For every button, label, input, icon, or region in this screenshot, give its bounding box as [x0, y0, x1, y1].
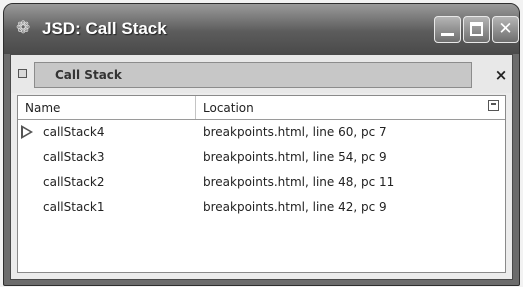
frame-name: callStack1: [43, 200, 105, 214]
frame-location: breakpoints.html, line 42, pc 9: [203, 200, 387, 214]
column-header-location[interactable]: Location: [196, 96, 466, 119]
frame-location: breakpoints.html, line 60, pc 7: [203, 125, 387, 139]
panel-tab-call-stack[interactable]: Call Stack: [34, 62, 472, 88]
frame-name: callStack2: [43, 175, 105, 189]
frame-location: breakpoints.html, line 54, pc 9: [203, 150, 387, 164]
table-row[interactable]: callStack3 breakpoints.html, line 54, pc…: [18, 147, 505, 169]
column-label-location: Location: [203, 101, 254, 115]
window-title: JSD: Call Stack: [42, 19, 167, 38]
panel-toggle-icon[interactable]: [18, 69, 27, 78]
call-stack-list[interactable]: Name Location callStack4 breakpoints.htm…: [17, 95, 506, 273]
panel-close-button[interactable]: ×: [491, 65, 511, 85]
column-picker-icon[interactable]: [488, 100, 499, 111]
minimize-button[interactable]: [434, 16, 461, 43]
panel-title: Call Stack: [55, 68, 122, 82]
call-stack-window: ❁ JSD: Call Stack ✕ Call Stack × Name Lo…: [3, 3, 520, 286]
close-window-button[interactable]: ✕: [492, 16, 519, 43]
window-content: Call Stack × Name Location callStack4 br…: [10, 54, 513, 280]
column-label-name: Name: [25, 101, 61, 115]
table-row[interactable]: callStack1 breakpoints.html, line 42, pc…: [18, 197, 505, 219]
maximize-button[interactable]: [463, 16, 490, 43]
table-row[interactable]: callStack4 breakpoints.html, line 60, pc…: [18, 122, 505, 144]
column-header-row: Name Location: [18, 96, 505, 120]
table-row[interactable]: callStack2 breakpoints.html, line 48, pc…: [18, 172, 505, 194]
close-icon: ✕: [498, 19, 513, 39]
current-frame-arrow-icon: [21, 125, 33, 139]
column-header-name[interactable]: Name: [18, 96, 196, 119]
frame-location: breakpoints.html, line 48, pc 11: [203, 175, 395, 189]
frame-name: callStack4: [43, 125, 105, 139]
panel-header: Call Stack ×: [11, 55, 512, 93]
title-bar[interactable]: ❁ JSD: Call Stack ✕: [4, 4, 519, 54]
frame-name: callStack3: [43, 150, 105, 164]
jsd-app-icon[interactable]: ❁: [16, 19, 34, 37]
